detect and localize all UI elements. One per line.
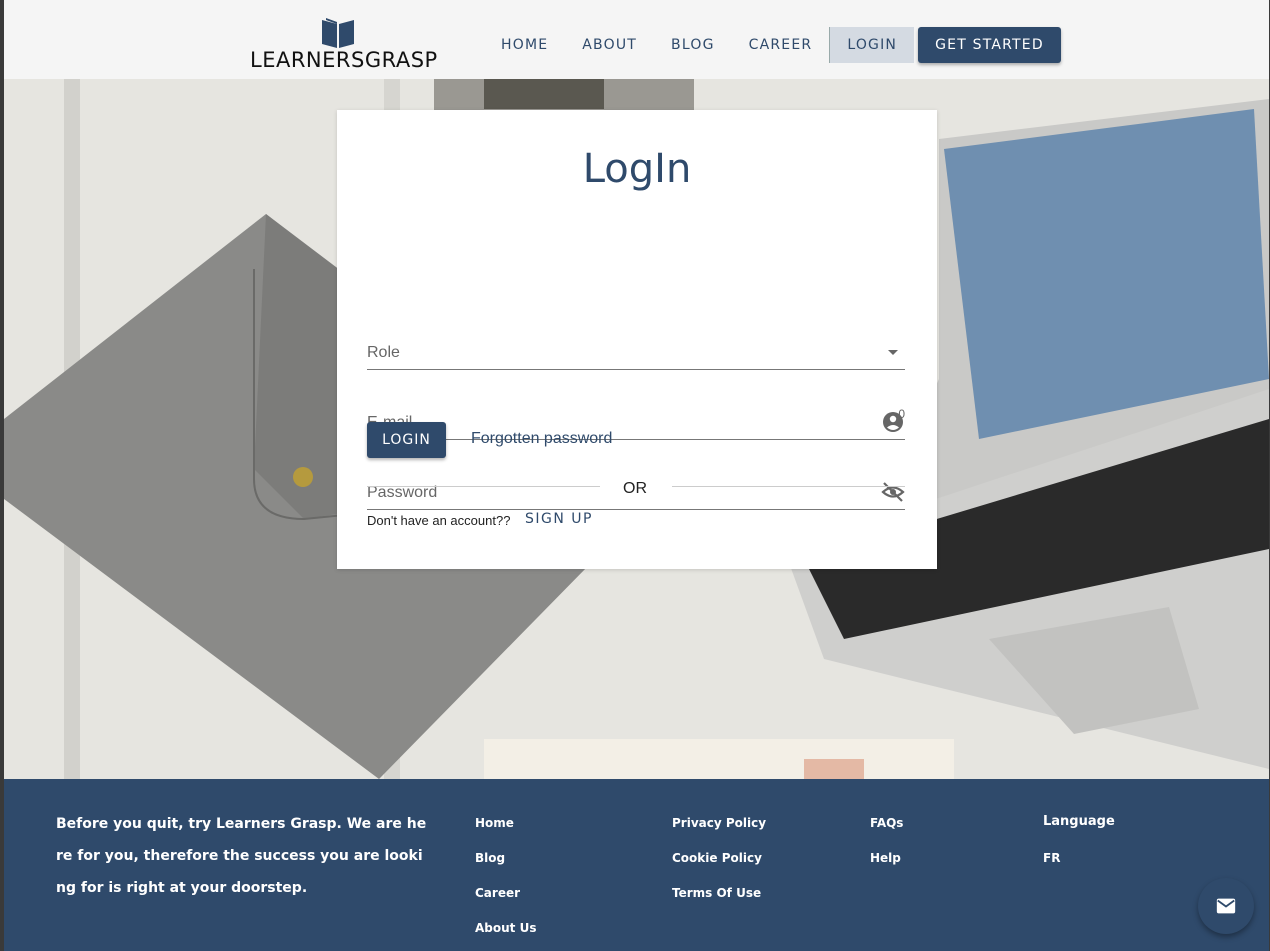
signup-button[interactable]: SIGN UP	[525, 511, 593, 527]
get-started-button[interactable]: GET STARTED	[918, 27, 1061, 63]
login-card: LogIn Role E-mail Password 0 LOGIN	[337, 110, 937, 569]
footer-link-home[interactable]: Home	[475, 816, 536, 851]
login-button[interactable]: LOGIN	[367, 422, 446, 458]
footer-link-privacy[interactable]: Privacy Policy	[672, 816, 766, 851]
footer-tagline: Before you quit, try Learners Grasp. We …	[56, 816, 427, 896]
book-icon	[322, 18, 354, 48]
email-field[interactable]: E-mail	[367, 400, 905, 440]
login-title: LogIn	[582, 146, 692, 192]
password-char-counter: 0	[898, 407, 905, 421]
nav-career[interactable]: CAREER	[732, 27, 830, 63]
site-footer: Before you quit, try Learners Grasp. We …	[4, 779, 1269, 951]
no-account-text: Don't have an account??	[367, 513, 511, 528]
footer-links-legal: Privacy Policy Cookie Policy Terms Of Us…	[672, 816, 766, 921]
top-header: LEARNERSGRASP HOME ABOUT BLOG CAREER LOG…	[4, 0, 1269, 79]
divider-left	[367, 486, 600, 487]
footer-link-blog[interactable]: Blog	[475, 851, 536, 886]
or-separator: OR	[623, 480, 647, 497]
dropdown-arrow-icon[interactable]	[881, 340, 905, 364]
role-select[interactable]: Role	[367, 330, 905, 370]
brand-logo[interactable]: LEARNERSGRASP	[250, 18, 438, 72]
contact-fab-button[interactable]	[1198, 878, 1254, 934]
footer-links-main: Home Blog Career About Us	[475, 816, 536, 951]
visibility-off-icon[interactable]	[881, 480, 905, 504]
language-heading: Language	[1043, 814, 1115, 829]
footer-link-cookie[interactable]: Cookie Policy	[672, 851, 766, 886]
nav-login[interactable]: LOGIN	[829, 27, 915, 63]
footer-links-support: FAQs Help	[870, 816, 903, 886]
nav-home[interactable]: HOME	[484, 27, 565, 63]
brand-name: LEARNERSGRASP	[250, 48, 438, 72]
mail-icon	[1216, 898, 1236, 914]
footer-link-about-us[interactable]: About Us	[475, 921, 536, 951]
nav-about[interactable]: ABOUT	[565, 27, 654, 63]
footer-link-faqs[interactable]: FAQs	[870, 816, 903, 851]
footer-link-career[interactable]: Career	[475, 886, 536, 921]
page: LEARNERSGRASP HOME ABOUT BLOG CAREER LOG…	[4, 0, 1269, 951]
main-nav: HOME ABOUT BLOG CAREER LOGIN GET STARTED	[484, 27, 1061, 63]
nav-blog[interactable]: BLOG	[654, 27, 732, 63]
divider-right	[672, 486, 905, 487]
language-option-fr[interactable]: FR	[1043, 851, 1060, 865]
role-label: Role	[367, 344, 400, 361]
footer-link-terms[interactable]: Terms Of Use	[672, 886, 766, 921]
footer-link-help[interactable]: Help	[870, 851, 903, 886]
forgot-password-link[interactable]: Forgotten password	[471, 430, 612, 448]
